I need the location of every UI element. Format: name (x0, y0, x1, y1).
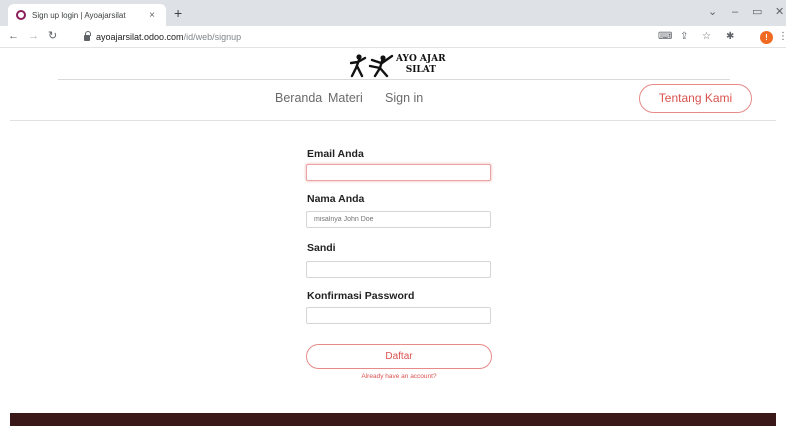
tab-title: Sign up login | Ayoajarsilat (32, 10, 126, 20)
browser-toolbar: ← → ↻ ayoajarsilat.odoo.com /id/web/sign… (0, 26, 786, 48)
silat-fighters-icon (350, 54, 394, 78)
logo-text: AYO AJAR SILAT (396, 54, 446, 76)
reload-icon[interactable]: ↻ (48, 29, 57, 43)
share-icon[interactable]: ⇪ (680, 30, 688, 44)
password-field[interactable] (306, 261, 491, 278)
tentang-kami-button[interactable]: Tentang Kami (639, 84, 752, 113)
translate-icon[interactable]: ⌨ (658, 30, 672, 44)
restore-icon[interactable]: ▭ (752, 5, 762, 19)
nav-beranda[interactable]: Beranda (275, 91, 322, 105)
browser-tab[interactable]: Sign up login | Ayoajarsilat × (8, 4, 166, 26)
forward-icon[interactable]: → (28, 29, 39, 43)
url-host: ayoajarsilat.odoo.com (96, 32, 184, 42)
lock-icon (84, 31, 91, 41)
browser-tabstrip: Sign up login | Ayoajarsilat × + ⌄ – ▭ ✕ (0, 0, 786, 26)
email-label: Email Anda (307, 148, 364, 160)
logo-line-2: SILAT (405, 65, 436, 75)
menu-kebab-icon[interactable]: ⋮ (778, 30, 786, 44)
new-tab-button[interactable]: + (174, 4, 182, 22)
email-field[interactable] (306, 164, 491, 181)
header-divider-top (58, 79, 730, 80)
header-divider-bottom (10, 120, 776, 121)
password-label: Sandi (307, 242, 336, 254)
logo-line-1: AYO AJAR (396, 54, 446, 64)
nav-sign-in[interactable]: Sign in (385, 91, 423, 105)
login-link[interactable]: Already have an account? (306, 373, 492, 380)
daftar-button[interactable]: Daftar (306, 344, 492, 369)
window-close-icon[interactable]: ✕ (775, 5, 784, 19)
name-label: Nama Anda (307, 193, 365, 205)
tab-close-icon[interactable]: × (146, 10, 158, 21)
url-path: /id/web/signup (183, 32, 242, 42)
minimize-icon[interactable]: – (732, 5, 738, 19)
confirm-password-field[interactable] (306, 307, 491, 324)
bookmark-star-icon[interactable]: ☆ (702, 30, 711, 44)
extensions-icon[interactable]: ✱ (726, 30, 734, 44)
confirm-password-label: Konfirmasi Password (307, 290, 415, 302)
site-favicon-icon (16, 10, 26, 20)
nav-materi[interactable]: Materi (328, 91, 363, 105)
profile-avatar[interactable]: ! (760, 31, 773, 44)
tab-search-icon[interactable]: ⌄ (708, 5, 717, 19)
back-icon[interactable]: ← (8, 29, 19, 43)
site-footer (10, 413, 776, 426)
site-logo[interactable]: AYO AJAR SILAT (350, 52, 446, 78)
address-bar[interactable]: ayoajarsilat.odoo.com /id/web/signup (84, 29, 644, 45)
name-field[interactable] (306, 211, 491, 228)
